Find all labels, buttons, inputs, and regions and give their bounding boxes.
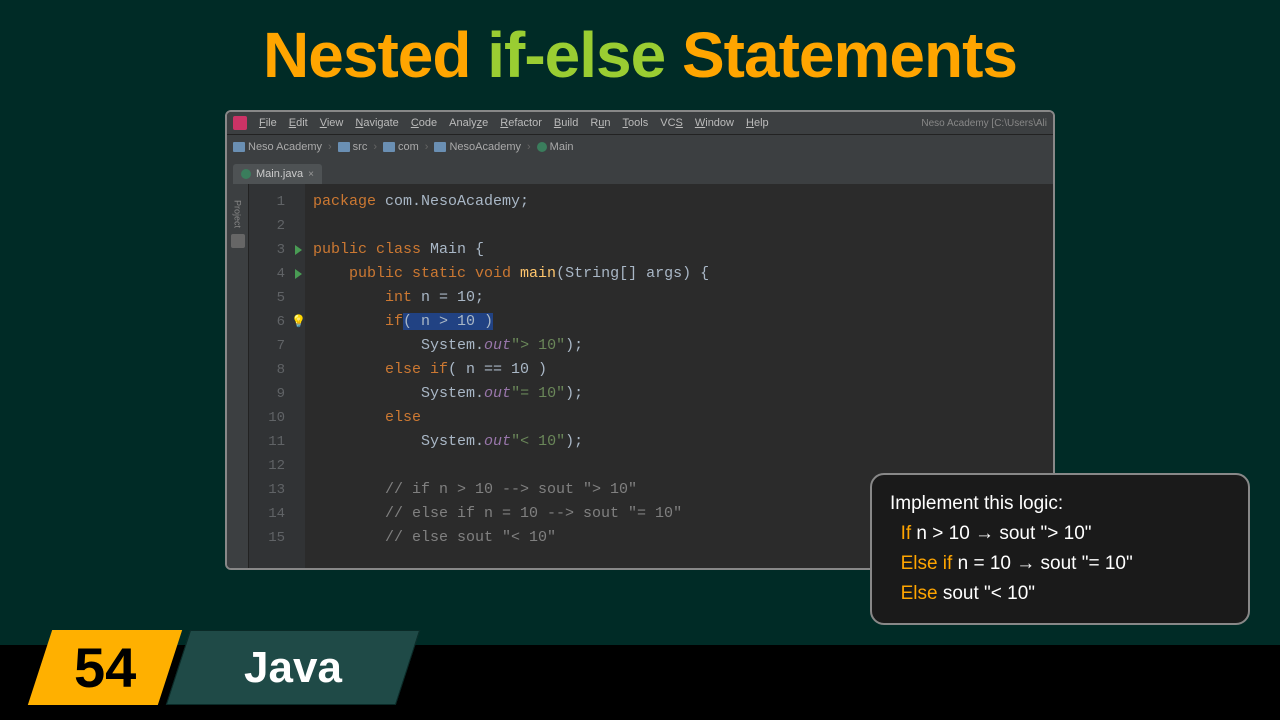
window-path: Neso Academy [C:\Users\Ali bbox=[921, 118, 1047, 129]
run-gutter-icon[interactable] bbox=[295, 245, 302, 255]
callout-line: Else sout "< 10" bbox=[890, 579, 1230, 609]
tab-main-java[interactable]: Main.java × bbox=[233, 164, 322, 184]
breadcrumb: Neso Academy › src › com › NesoAcademy ›… bbox=[227, 134, 1053, 158]
breadcrumb-item[interactable]: src bbox=[338, 141, 368, 153]
folder-icon bbox=[434, 142, 446, 152]
menu-refactor[interactable]: Refactor bbox=[500, 117, 542, 129]
breadcrumb-item[interactable]: com bbox=[383, 141, 419, 153]
menu-vcs[interactable]: VCS bbox=[660, 117, 683, 129]
menu-build[interactable]: Build bbox=[554, 117, 578, 129]
breadcrumb-item[interactable]: Main bbox=[537, 141, 574, 153]
menu-window[interactable]: Window bbox=[695, 117, 734, 129]
tab-bar: Main.java × bbox=[227, 158, 1053, 184]
breadcrumb-item[interactable]: Neso Academy bbox=[233, 141, 322, 153]
run-gutter-icon[interactable] bbox=[295, 269, 302, 279]
folder-icon bbox=[233, 142, 245, 152]
callout-line: Else if n = 10 → sout "= 10" bbox=[890, 549, 1230, 579]
menu-navigate[interactable]: Navigate bbox=[355, 117, 398, 129]
class-icon bbox=[241, 169, 251, 179]
logic-callout: Implement this logic: If n > 10 → sout "… bbox=[870, 473, 1250, 625]
menu-code[interactable]: Code bbox=[411, 117, 437, 129]
language-badge: Java bbox=[166, 630, 420, 705]
menu-help[interactable]: Help bbox=[746, 117, 769, 129]
class-icon bbox=[537, 142, 547, 152]
menu-view[interactable]: View bbox=[320, 117, 344, 129]
menu-analyze[interactable]: Analyze bbox=[449, 117, 488, 129]
page-title: Nested if-else Statements bbox=[0, 18, 1280, 92]
folder-icon bbox=[338, 142, 350, 152]
menu-file[interactable]: File bbox=[259, 117, 277, 129]
callout-title: Implement this logic: bbox=[890, 489, 1230, 519]
app-logo-icon bbox=[233, 116, 247, 130]
episode-number: 54 bbox=[28, 630, 182, 705]
menu-edit[interactable]: Edit bbox=[289, 117, 308, 129]
sidebar-icon[interactable] bbox=[231, 234, 245, 248]
gutter-marks bbox=[291, 184, 305, 568]
bulb-icon[interactable]: 💡 bbox=[291, 310, 306, 334]
line-gutter: 123456789101112131415 bbox=[249, 184, 291, 568]
menu-tools[interactable]: Tools bbox=[623, 117, 649, 129]
project-tool-label[interactable]: Project bbox=[233, 200, 243, 228]
close-icon[interactable]: × bbox=[308, 169, 314, 180]
tool-sidebar: Project bbox=[227, 184, 249, 568]
menu-run[interactable]: Run bbox=[590, 117, 610, 129]
tab-label: Main.java bbox=[256, 168, 303, 180]
folder-icon bbox=[383, 142, 395, 152]
menubar: File Edit View Navigate Code Analyze Ref… bbox=[227, 112, 1053, 134]
callout-line: If n > 10 → sout "> 10" bbox=[890, 519, 1230, 549]
breadcrumb-item[interactable]: NesoAcademy bbox=[434, 141, 521, 153]
